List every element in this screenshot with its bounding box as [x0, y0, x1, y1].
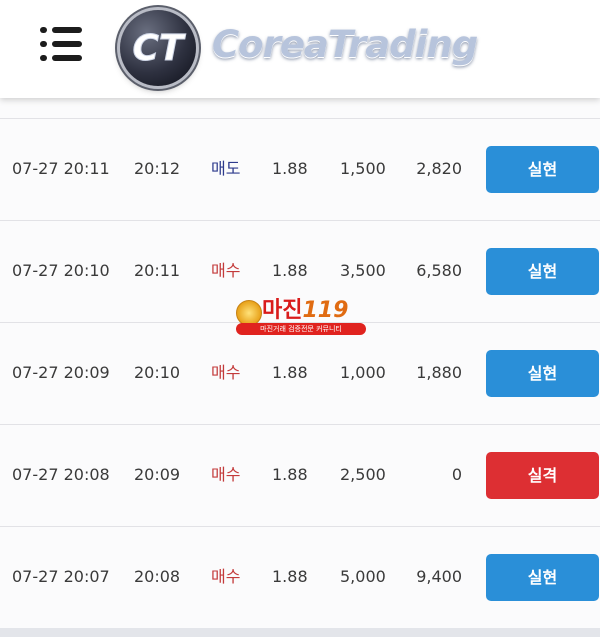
trade-history-list: 07-27 20:11 20:12 매도 1.88 1,500 2,820 실현…	[0, 98, 600, 628]
trade-close-time: 20:09	[134, 465, 181, 484]
result-button[interactable]: 실현	[486, 554, 599, 601]
trade-time: 07-27 20:09	[12, 363, 110, 382]
watermark-title-text: 마진	[262, 298, 303, 323]
trade-quantity: 1,500	[340, 159, 386, 178]
trade-amount: 0	[451, 465, 462, 484]
trade-row: 07-27 20:08 20:09 매수 1.88 2,500 0 실격	[0, 424, 600, 525]
trade-close-time: 20:12	[134, 159, 181, 178]
trade-rate: 1.88	[272, 465, 308, 484]
trade-time: 07-27 20:11	[12, 159, 110, 178]
menu-dot	[40, 27, 47, 33]
trade-close-time: 20:10	[134, 363, 181, 382]
trade-quantity: 2,500	[340, 465, 386, 484]
trade-rate: 1.88	[272, 567, 308, 586]
trade-row: 07-27 20:11 20:12 매도 1.88 1,500 2,820 실현	[0, 118, 600, 219]
trade-amount: 9,400	[416, 567, 462, 586]
trade-rate: 1.88	[272, 363, 308, 382]
watermark-title: 마진119	[262, 298, 348, 324]
trade-time: 07-27 20:10	[12, 261, 110, 280]
result-button[interactable]: 실격	[486, 452, 599, 499]
bottom-divider	[0, 628, 600, 637]
hamburger-menu-icon[interactable]	[40, 27, 82, 61]
trade-time: 07-27 20:08	[12, 465, 110, 484]
trade-close-time: 20:11	[134, 261, 181, 280]
menu-line	[52, 27, 82, 33]
logo-emblem[interactable]: CT	[120, 10, 196, 86]
trade-row: 07-27 20:07 20:08 매수 1.88 5,000 9,400 실현	[0, 526, 600, 627]
watermark-number: 119	[302, 298, 349, 323]
trade-amount: 2,820	[416, 159, 462, 178]
trade-amount: 6,580	[416, 261, 462, 280]
menu-dot	[40, 41, 47, 47]
top-header: CT CoreaTrading	[0, 0, 600, 98]
trade-rate: 1.88	[272, 159, 308, 178]
result-button[interactable]: 실현	[486, 146, 599, 193]
menu-dot	[40, 55, 47, 61]
trade-side: 매도	[211, 159, 241, 178]
ct-logo-icon: CT	[132, 28, 186, 70]
trade-side: 매수	[211, 363, 241, 382]
result-button[interactable]: 실현	[486, 350, 599, 397]
logo-letters: CT	[133, 28, 186, 69]
watermark-subtitle: 마진거래 검증전문 커뮤니티	[236, 323, 366, 335]
menu-line	[52, 41, 82, 47]
trade-side: 매수	[211, 465, 241, 484]
trade-quantity: 1,000	[340, 363, 386, 382]
trade-row: 07-27 20:09 20:10 매수 1.88 1,000 1,880 실현	[0, 322, 600, 423]
result-button[interactable]: 실현	[486, 248, 599, 295]
trade-quantity: 5,000	[340, 567, 386, 586]
menu-line	[52, 55, 82, 61]
watermark-logo: 마진119 마진거래 검증전문 커뮤니티	[236, 298, 366, 336]
trade-amount: 1,880	[416, 363, 462, 382]
trade-side: 매수	[211, 567, 241, 586]
trade-time: 07-27 20:07	[12, 567, 110, 586]
trade-close-time: 20:08	[134, 567, 181, 586]
brand-logo-text[interactable]: CoreaTrading	[212, 20, 478, 70]
